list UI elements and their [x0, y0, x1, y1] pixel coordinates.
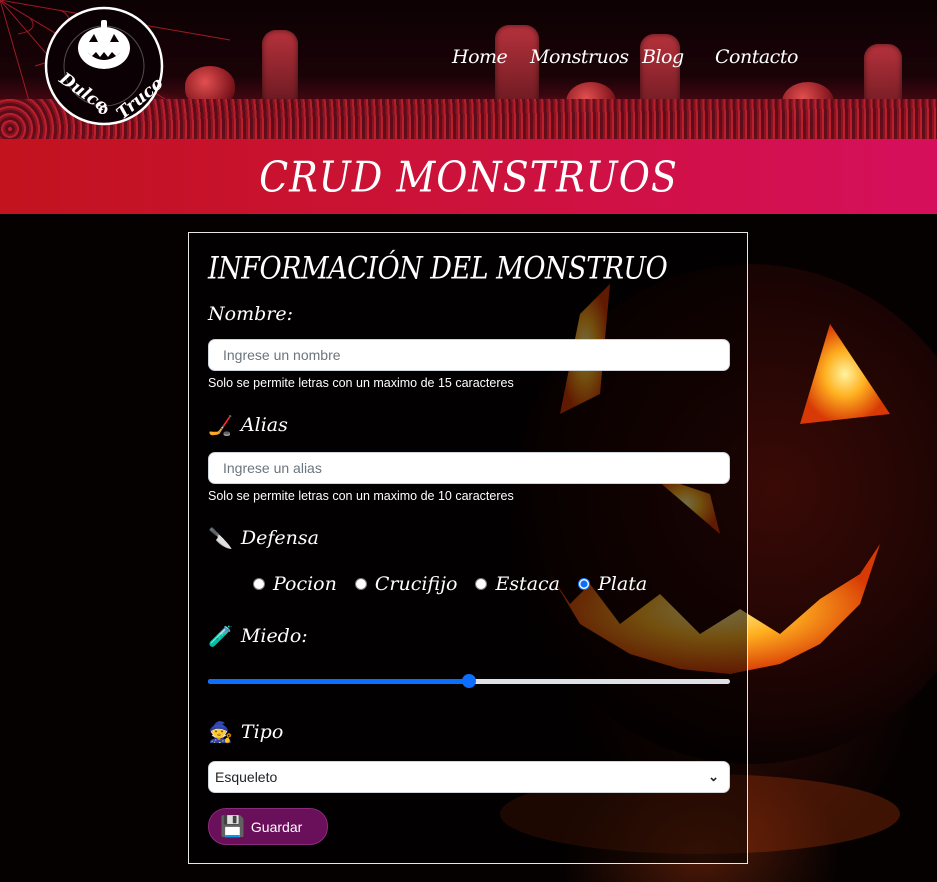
type-select-value: Esqueleto: [215, 769, 278, 785]
fear-slider[interactable]: [208, 673, 730, 689]
nav-link-home[interactable]: Home: [452, 46, 508, 68]
svg-text:o: o: [98, 100, 108, 118]
defense-radio-crucifijo[interactable]: [354, 578, 367, 590]
type-label: Tipo: [240, 721, 284, 743]
defense-radio-group: Pocion Crucifijo Estaca Plata: [253, 573, 665, 595]
nav-link-monstruos[interactable]: Monstruos: [530, 46, 629, 68]
fear-label-row: 🧪 Miedo:: [208, 625, 308, 647]
dulce-o-truco-logo[interactable]: Dulce o Truco: [38, 6, 168, 126]
defense-option-label: Crucifijo: [374, 573, 458, 595]
save-button[interactable]: 💾 Guardar: [208, 808, 328, 845]
monster-form-card: INFORMACIÓN DEL MONSTRUO Nombre: Solo se…: [188, 232, 748, 864]
defense-option-label: Pocion: [273, 573, 337, 595]
alias-input[interactable]: [208, 452, 730, 484]
name-label: Nombre:: [208, 303, 293, 325]
alias-label-row: 🏒 Alias: [208, 414, 288, 436]
defense-radio-estaca[interactable]: [475, 578, 488, 590]
defense-label: Defensa: [240, 527, 319, 549]
knife-icon: 🔪: [208, 526, 233, 550]
defense-option-crucifijo[interactable]: Crucifijo: [354, 573, 458, 595]
fear-slider-fill: [208, 679, 469, 684]
page-title: CRUD MONSTRUOS: [259, 152, 678, 201]
alias-label: Alias: [240, 414, 288, 436]
fear-label: Miedo:: [240, 625, 308, 647]
nav-link-blog[interactable]: Blog: [642, 46, 684, 68]
name-input[interactable]: [208, 339, 730, 371]
defense-option-plata[interactable]: Plata: [578, 573, 647, 595]
alias-hint: Solo se permite letras con un maximo de …: [208, 489, 514, 503]
name-label-row: Nombre:: [208, 303, 293, 325]
name-hint: Solo se permite letras con un maximo de …: [208, 376, 514, 390]
defense-label-row: 🔪 Defensa: [208, 527, 319, 549]
form-title: INFORMACIÓN DEL MONSTRUO: [208, 251, 668, 287]
page-banner: CRUD MONSTRUOS: [0, 139, 937, 214]
save-button-label: Guardar: [250, 818, 303, 835]
hockey-mask-icon: 🏒: [208, 413, 233, 437]
floppy-disk-icon: 💾: [220, 815, 245, 838]
defense-radio-plata[interactable]: [578, 578, 590, 590]
fear-slider-thumb[interactable]: [462, 674, 476, 688]
tombstone-decoration: [262, 30, 298, 102]
chevron-down-icon: ⌄: [708, 769, 719, 784]
defense-option-label: Plata: [598, 573, 648, 595]
site-header: Dulce o Truco Home Monstruos Blog Contac…: [0, 0, 937, 139]
type-label-row: 🧙 Tipo: [208, 721, 283, 743]
potion-icon: 🧪: [208, 624, 233, 648]
witch-hat-icon: 🧙: [208, 720, 233, 744]
defense-option-estaca[interactable]: Estaca: [475, 573, 560, 595]
nav-link-contacto[interactable]: Contacto: [715, 46, 798, 68]
defense-option-label: Estaca: [495, 573, 560, 595]
type-select[interactable]: Esqueleto ⌄: [208, 761, 730, 793]
defense-radio-pocion[interactable]: [253, 578, 265, 590]
defense-option-pocion[interactable]: Pocion: [253, 573, 337, 595]
